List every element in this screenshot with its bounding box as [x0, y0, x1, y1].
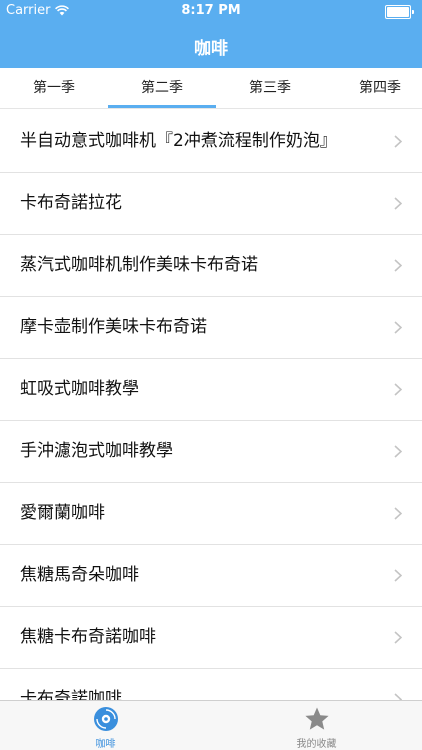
tab-season-1[interactable]: 第一季: [0, 68, 108, 108]
app-screen: Carrier 8:17 PM 咖啡 第一季 第二季 第三季 第四季 半自动意式…: [0, 0, 422, 750]
tab-bar: 咖啡 我的收藏: [0, 700, 422, 750]
chevron-right-icon: [394, 507, 402, 520]
list-item-label: 手沖濾泡式咖啡教學: [20, 441, 173, 461]
list-item-label: 卡布奇諾拉花: [20, 193, 122, 213]
list-item-label: 半自动意式咖啡机『2冲煮流程制作奶泡』: [20, 131, 337, 151]
battery-icon: [385, 5, 414, 19]
chevron-right-icon: [394, 693, 402, 700]
status-time: 8:17 PM: [181, 3, 241, 18]
chevron-right-icon: [394, 135, 402, 148]
list-item[interactable]: 愛爾蘭咖啡: [0, 483, 422, 545]
video-list[interactable]: 半自动意式咖啡机『2冲煮流程制作奶泡』 卡布奇諾拉花 蒸汽式咖啡机制作美味卡布奇…: [0, 111, 422, 700]
list-item-label: 焦糖馬奇朵咖啡: [20, 565, 139, 585]
star-icon: [304, 707, 329, 730]
chevron-right-icon: [394, 383, 402, 396]
list-item[interactable]: 半自动意式咖啡机『2冲煮流程制作奶泡』: [0, 111, 422, 173]
list-item[interactable]: 虹吸式咖啡教學: [0, 359, 422, 421]
list-item[interactable]: 摩卡壶制作美味卡布奇诺: [0, 297, 422, 359]
tab-season-4[interactable]: 第四季: [338, 68, 422, 108]
coffee-disc-icon: [93, 707, 118, 731]
list-item-label: 焦糖卡布奇諾咖啡: [20, 627, 156, 647]
header: Carrier 8:17 PM 咖啡: [0, 0, 422, 68]
list-item[interactable]: 焦糖卡布奇諾咖啡: [0, 607, 422, 669]
chevron-right-icon: [394, 569, 402, 582]
tab-season-3[interactable]: 第三季: [216, 68, 324, 108]
status-bar: Carrier 8:17 PM: [0, 0, 422, 22]
chevron-right-icon: [394, 197, 402, 210]
list-item[interactable]: 卡布奇諾拉花: [0, 173, 422, 235]
tab-season-2[interactable]: 第二季: [108, 68, 216, 108]
list-item[interactable]: 手沖濾泡式咖啡教學: [0, 421, 422, 483]
season-tabs: 第一季 第二季 第三季 第四季: [0, 68, 422, 109]
tabbar-label-favorites: 我的收藏: [296, 739, 337, 750]
chevron-right-icon: [394, 631, 402, 644]
page-title: 咖啡: [194, 39, 228, 59]
list-item-label: 愛爾蘭咖啡: [20, 503, 105, 523]
tabbar-label-coffee: 咖啡: [95, 739, 116, 750]
chevron-right-icon: [394, 321, 402, 334]
chevron-right-icon: [394, 259, 402, 272]
list-item-label: 卡布奇諾咖啡: [20, 689, 122, 700]
tabbar-item-coffee[interactable]: 咖啡: [0, 701, 211, 750]
chevron-right-icon: [394, 445, 402, 458]
tabbar-item-favorites[interactable]: 我的收藏: [211, 701, 422, 750]
list-item[interactable]: 焦糖馬奇朵咖啡: [0, 545, 422, 607]
tab-selected-indicator: [108, 105, 216, 108]
list-item[interactable]: 卡布奇諾咖啡: [0, 669, 422, 700]
list-item[interactable]: 蒸汽式咖啡机制作美味卡布奇诺: [0, 235, 422, 297]
list-item-label: 蒸汽式咖啡机制作美味卡布奇诺: [20, 255, 258, 275]
list-item-label: 摩卡壶制作美味卡布奇诺: [20, 317, 207, 337]
list-item-label: 虹吸式咖啡教學: [20, 379, 139, 399]
